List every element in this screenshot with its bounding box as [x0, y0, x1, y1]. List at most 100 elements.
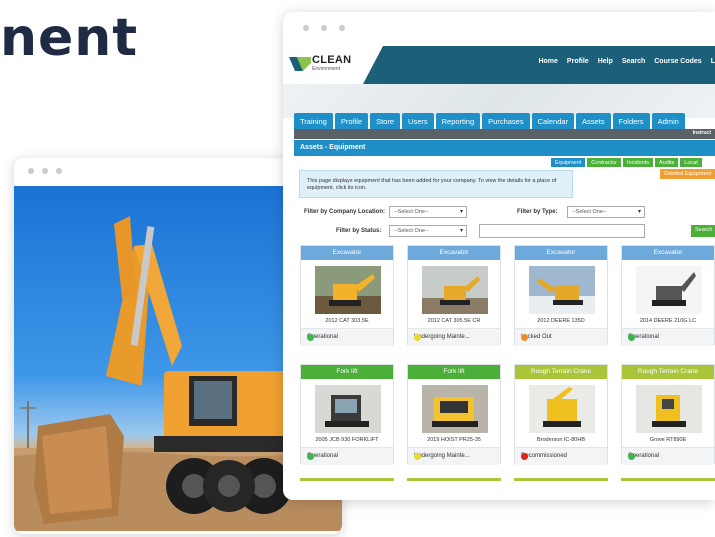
info-message: This page displays equipment that has be…: [299, 170, 573, 198]
equipment-card[interactable]: Excavator 2014 DEERE 210G LC Operational: [621, 245, 715, 346]
chevron-down-icon: ▾: [637, 209, 641, 215]
leaf-logo-icon: [289, 57, 311, 71]
tab-training[interactable]: Training: [294, 113, 333, 129]
card-peek: [300, 478, 394, 481]
card-peek: [621, 478, 715, 481]
status-dot-icon: [414, 334, 421, 341]
tab-reporting[interactable]: Reporting: [435, 113, 481, 129]
top-nav: Home Profile Help Search Course Codes L: [538, 58, 715, 65]
type-filter-label: Filter by Type:: [517, 209, 558, 215]
card-status: Operational: [622, 447, 714, 465]
chevron-down-icon: ▾: [459, 228, 463, 234]
instructions-bar: Instruct: [294, 129, 715, 139]
card-status: Operational: [301, 447, 393, 465]
search-input[interactable]: [479, 224, 645, 238]
card-type: Fork lift: [408, 365, 500, 379]
deleted-equipment-button[interactable]: Deleted Equipment: [660, 169, 715, 179]
status-filter-select[interactable]: --Select One-- ▾: [389, 225, 467, 237]
nav-home[interactable]: Home: [538, 58, 557, 65]
subtab-locations[interactable]: Locat: [680, 158, 702, 167]
card-name: 2019 HOIST PR25-35: [427, 437, 481, 443]
nav-logout[interactable]: L: [711, 58, 715, 65]
site-header: CLEAN Environment Home Profile Help Sear…: [283, 46, 715, 84]
excavator-thumbnail: [422, 266, 488, 314]
tab-profile[interactable]: Profile: [334, 113, 369, 129]
nav-search[interactable]: Search: [622, 58, 645, 65]
section-header: Assets - Equipment: [294, 140, 715, 156]
equipment-card[interactable]: Excavator 2012 CAT 305.5E CR Undergoing …: [407, 245, 501, 346]
card-status-text: Undergoing Mainte...: [414, 453, 470, 459]
card-status: Locked Out: [515, 328, 607, 346]
sub-tabs: Equipment Contractor Incidents Audits Lo…: [551, 158, 702, 167]
card-type: Excavator: [301, 246, 393, 260]
status-dot-icon: [414, 453, 421, 460]
subtab-equipment[interactable]: Equipment: [551, 158, 586, 167]
status-dot-icon: [521, 453, 528, 460]
equipment-card[interactable]: Fork lift 2019 HOIST PR25-35 Undergoing …: [407, 364, 501, 465]
tab-store[interactable]: Store: [370, 113, 401, 129]
location-filter-label: Filter by Company Location:: [304, 209, 386, 215]
search-button[interactable]: Search: [691, 225, 715, 237]
excavator-thumbnail: [529, 266, 595, 314]
card-type: Excavator: [515, 246, 607, 260]
main-tabs: Training Profile Store Users Reporting P…: [294, 113, 685, 129]
crane-thumbnail: [529, 385, 595, 433]
window-dot-icon: [56, 168, 62, 174]
equipment-card[interactable]: Fork lift 2005 JCB 930 FORKLIFT Operatio…: [300, 364, 394, 465]
tab-calendar[interactable]: Calendar: [531, 113, 575, 129]
status-dot-icon: [521, 334, 528, 341]
chevron-down-icon: ▾: [459, 209, 463, 215]
card-type: Fork lift: [301, 365, 393, 379]
card-name: 2012 CAT 303.5E: [325, 318, 369, 324]
nav-help[interactable]: Help: [598, 58, 613, 65]
type-filter-value: --Select One--: [572, 209, 607, 215]
subtab-audits[interactable]: Audits: [655, 158, 679, 167]
equipment-card[interactable]: Rough Terrain Crane Grove RT890E Operati…: [621, 364, 715, 465]
card-type: Rough Terrain Crane: [622, 365, 714, 379]
subtab-incidents[interactable]: Incidents: [622, 158, 653, 167]
forklift-thumbnail: [315, 385, 381, 433]
window-dot-icon: [303, 25, 309, 31]
status-dot-icon: [307, 334, 314, 341]
logo-name: CLEAN: [312, 54, 352, 66]
card-name: 2012 CAT 305.5E CR: [427, 318, 481, 324]
nav-course-codes[interactable]: Course Codes: [654, 58, 701, 65]
tab-users[interactable]: Users: [402, 113, 434, 129]
instructions-link[interactable]: Instruct: [693, 130, 711, 136]
excavator-thumbnail: [315, 266, 381, 314]
card-name: 2005 JCB 930 FORKLIFT: [315, 437, 379, 443]
equipment-card[interactable]: Excavator 2012 DEERE 135D Locked Out: [514, 245, 608, 346]
marketing-stage: nent CLEAN Environment Home Profile Help…: [0, 0, 715, 537]
card-peek: [514, 478, 608, 481]
card-type: Excavator: [622, 246, 714, 260]
card-status: Undergoing Mainte...: [408, 328, 500, 346]
card-status: Undergoing Mainte...: [408, 447, 500, 465]
card-type: Excavator: [408, 246, 500, 260]
tab-assets[interactable]: Assets: [576, 113, 611, 129]
browser-window: CLEAN Environment Home Profile Help Sear…: [283, 12, 715, 500]
location-filter-value: --Select One--: [394, 209, 429, 215]
equipment-card[interactable]: Excavator 2012 CAT 303.5E Operational: [300, 245, 394, 346]
window-dot-icon: [321, 25, 327, 31]
window-dot-icon: [28, 168, 34, 174]
type-filter-select[interactable]: --Select One-- ▾: [567, 206, 645, 218]
crane-thumbnail: [636, 385, 702, 433]
tab-admin[interactable]: Admin: [651, 113, 685, 129]
excavator-thumbnail: [636, 266, 702, 314]
logo-subtitle: Environment: [312, 66, 341, 72]
logo[interactable]: CLEAN Environment: [283, 46, 383, 84]
subtab-contractor[interactable]: Contractor: [587, 158, 621, 167]
tab-folders[interactable]: Folders: [612, 113, 650, 129]
location-filter-select[interactable]: --Select One-- ▾: [389, 206, 467, 218]
card-status-text: Undergoing Mainte...: [414, 334, 470, 340]
tab-purchases[interactable]: Purchases: [482, 113, 530, 129]
status-dot-icon: [628, 334, 635, 341]
card-status: Operational: [622, 328, 714, 346]
hero-heading: nent: [0, 8, 139, 68]
nav-profile[interactable]: Profile: [567, 58, 589, 65]
status-filter-value: --Select One--: [394, 228, 429, 234]
equipment-card[interactable]: Rough Terrain Crane Broderson IC-80HB De…: [514, 364, 608, 465]
status-dot-icon: [628, 453, 635, 460]
card-status: Operational: [301, 328, 393, 346]
card-name: 2014 DEERE 210G LC: [639, 318, 697, 324]
